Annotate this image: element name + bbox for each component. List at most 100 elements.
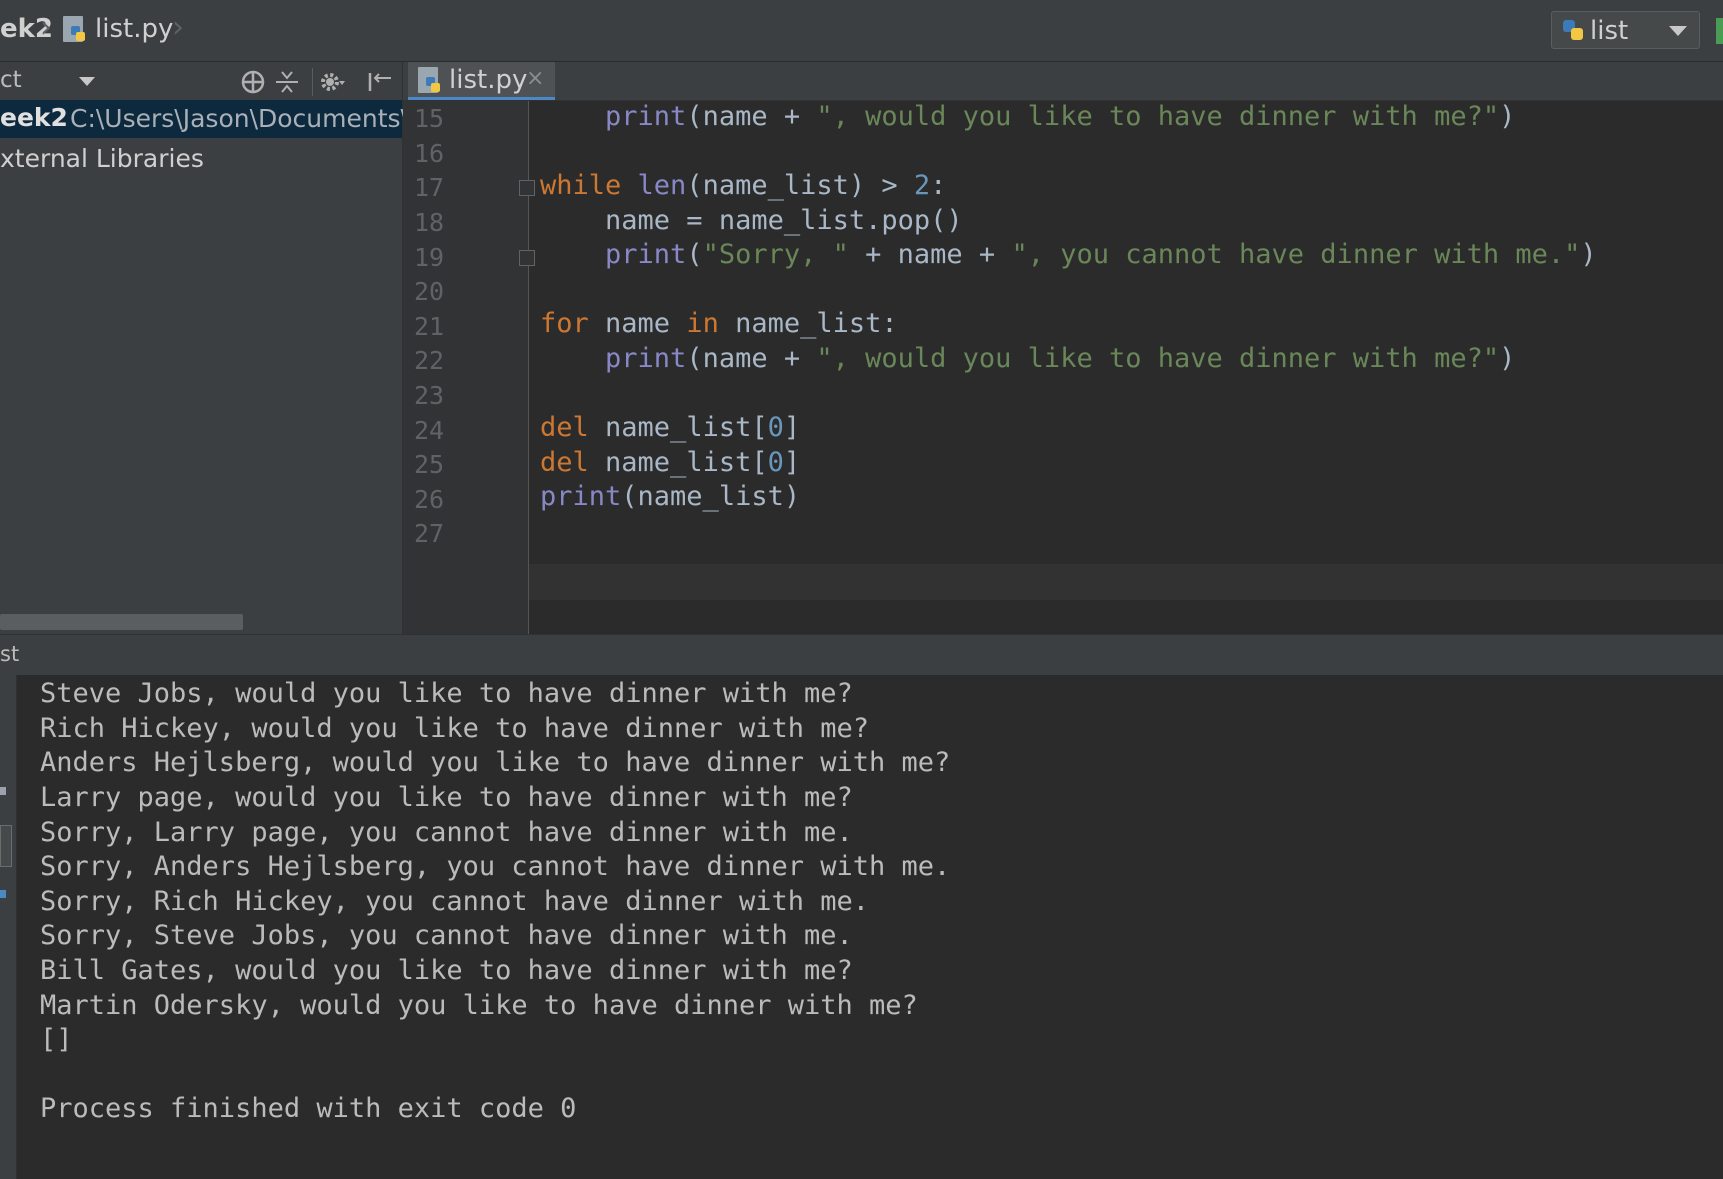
- external-libraries-label: xternal Libraries: [0, 144, 204, 173]
- code-line-22: print(name + ", would you like to have d…: [540, 343, 1515, 374]
- console-line: Martin Odersky, would you like to have d…: [40, 990, 918, 1021]
- run-tab-label[interactable]: st: [0, 642, 19, 666]
- line-number: 26: [414, 485, 445, 514]
- fold-marker-icon[interactable]: [519, 250, 535, 266]
- code-token: print: [605, 239, 687, 270]
- code-token: (: [686, 239, 703, 270]
- tab-list-py[interactable]: list.py ×: [408, 62, 555, 100]
- rerun-icon[interactable]: [0, 787, 6, 795]
- code-token: ]: [783, 412, 801, 443]
- console-line: Bill Gates, would you like to have dinne…: [40, 955, 853, 986]
- code-token: ", would you like to have dinner with me…: [816, 101, 1500, 132]
- run-panel-header: st: [0, 634, 1723, 676]
- navigation-bar: ek2 › list.py › list: [0, 0, 1723, 62]
- console-line: Sorry, Anders Hejlsberg, you cannot have…: [40, 851, 951, 882]
- console-line: Steve Jobs, would you like to have dinne…: [40, 678, 853, 709]
- console-line: []: [40, 1024, 73, 1055]
- fold-marker-icon[interactable]: [519, 180, 535, 196]
- code-token: for: [540, 308, 589, 339]
- code-token: print: [540, 481, 622, 512]
- console-line: Anders Hejlsberg, would you like to have…: [40, 747, 951, 778]
- line-number: 23: [414, 381, 445, 410]
- current-line-highlight: [529, 564, 1723, 600]
- tree-item-project-root[interactable]: eek2 C:\Users\Jason\Documents\C: [0, 100, 426, 138]
- code-token: print: [605, 343, 687, 374]
- code-token: + name +: [848, 239, 1012, 270]
- line-number: 21: [414, 312, 445, 341]
- python-file-icon: [418, 67, 440, 93]
- project-root-path: C:\Users\Jason\Documents\C: [70, 104, 427, 133]
- breadcrumb-separator: ›: [40, 10, 52, 45]
- project-view-label[interactable]: ct: [0, 67, 22, 93]
- code-token: ", you cannot have dinner with me.": [1011, 239, 1581, 270]
- code-token: (name +: [686, 101, 817, 132]
- stop-icon[interactable]: [0, 825, 12, 867]
- tree-item-external-libraries[interactable]: xternal Libraries: [0, 142, 402, 178]
- line-number: 27: [414, 519, 445, 548]
- code-token: ", would you like to have dinner with me…: [816, 343, 1500, 374]
- chevron-down-icon[interactable]: [79, 77, 95, 86]
- project-tool-window: ct eek2 C:\Users\Jason\Documents\C xtern…: [0, 62, 426, 634]
- code-token: "Sorry, ": [702, 239, 849, 270]
- console-line: Sorry, Rich Hickey, you cannot have dinn…: [40, 886, 870, 917]
- code-token: while: [540, 170, 622, 201]
- run-configuration-select[interactable]: list: [1551, 11, 1700, 49]
- code-line-26: print(name_list): [540, 481, 800, 512]
- code-token: ): [1580, 239, 1597, 270]
- code-token: name_list:: [718, 308, 898, 339]
- close-icon[interactable]: ×: [526, 66, 544, 91]
- tab-label: list.py: [449, 65, 528, 95]
- code-token: del: [540, 412, 589, 443]
- scroll-to-end-icon[interactable]: [0, 890, 6, 898]
- code-token: name: [588, 308, 687, 339]
- line-number: 17: [414, 173, 445, 202]
- code-token: ): [1499, 101, 1516, 132]
- python-icon: [1563, 20, 1583, 40]
- breadcrumb-file[interactable]: list.py: [95, 14, 173, 44]
- code-token: name_list[: [588, 447, 768, 478]
- line-number: 20: [414, 277, 445, 306]
- chevron-down-icon: [1669, 26, 1687, 36]
- line-number: 16: [414, 139, 445, 168]
- code-token: 0: [767, 447, 784, 478]
- console-line: Sorry, Larry page, you cannot have dinne…: [40, 817, 853, 848]
- code-token: ): [1499, 343, 1516, 374]
- code-token: name_list[: [588, 412, 768, 443]
- code-token: print: [605, 101, 687, 132]
- breadcrumb-separator: ›: [172, 10, 184, 45]
- toolbar-divider: [312, 68, 313, 96]
- console-line: Sorry, Steve Jobs, you cannot have dinne…: [40, 920, 853, 951]
- code-line-19: print("Sorry, " + name + ", you cannot h…: [540, 239, 1597, 270]
- run-toolbar: [0, 675, 17, 1179]
- line-number: 15: [414, 104, 445, 133]
- code-line-18: name = name_list.pop(): [540, 205, 963, 236]
- code-token: (name +: [686, 343, 817, 374]
- editor-tab-bar: list.py ×: [403, 62, 1723, 101]
- console-line: Rich Hickey, would you like to have dinn…: [40, 713, 870, 744]
- crosshair-icon[interactable]: [239, 68, 267, 96]
- code-token: 2: [913, 170, 931, 201]
- console-output[interactable]: Steve Jobs, would you like to have dinne…: [17, 675, 1723, 1179]
- code-token: name = name_list.pop(): [605, 205, 963, 236]
- console-line: Larry page, would you like to have dinne…: [40, 782, 853, 813]
- project-root-name: eek2: [0, 103, 68, 132]
- code-token: 0: [767, 412, 784, 443]
- run-icon[interactable]: [1716, 18, 1723, 44]
- hide-panel-icon[interactable]: [366, 68, 394, 96]
- code-token: :: [930, 170, 947, 201]
- code-token: in: [686, 308, 719, 339]
- horizontal-scrollbar[interactable]: [0, 614, 243, 630]
- run-configuration-label: list: [1590, 16, 1629, 46]
- code-line-24: del name_list[0]: [540, 412, 800, 443]
- line-number: 18: [414, 208, 445, 237]
- code-line-25: del name_list[0]: [540, 447, 800, 478]
- collapse-all-icon[interactable]: [273, 68, 301, 96]
- code-token: len: [637, 170, 687, 201]
- line-number: 25: [414, 450, 445, 479]
- code-token: (name_list) >: [686, 170, 914, 201]
- code-token: del: [540, 447, 589, 478]
- code-editor[interactable]: 15 16 17 18 19 20 21 22 23 24 25 26 27 p…: [403, 101, 1723, 634]
- gear-icon[interactable]: [318, 68, 346, 96]
- python-file-icon: [63, 16, 85, 42]
- code-token: ]: [783, 447, 801, 478]
